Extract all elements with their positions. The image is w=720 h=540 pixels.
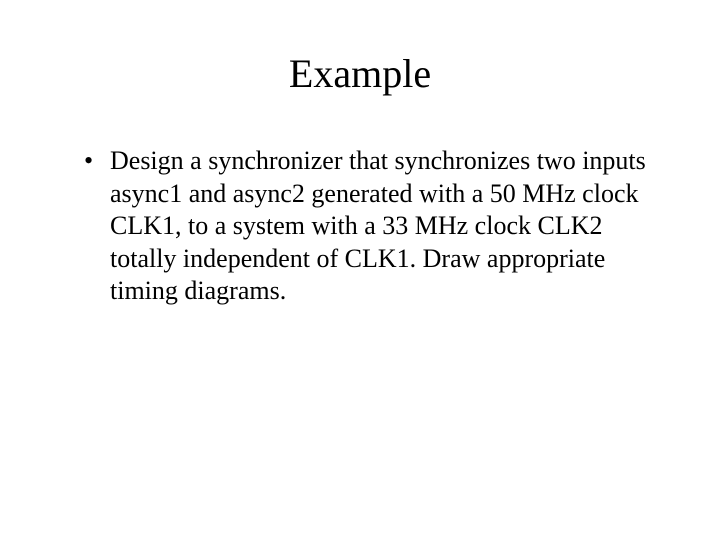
slide-title: Example (60, 50, 660, 97)
bullet-list: Design a synchronizer that synchronizes … (60, 145, 660, 308)
slide-container: Example Design a synchronizer that synch… (0, 0, 720, 540)
bullet-item: Design a synchronizer that synchronizes … (84, 145, 660, 308)
